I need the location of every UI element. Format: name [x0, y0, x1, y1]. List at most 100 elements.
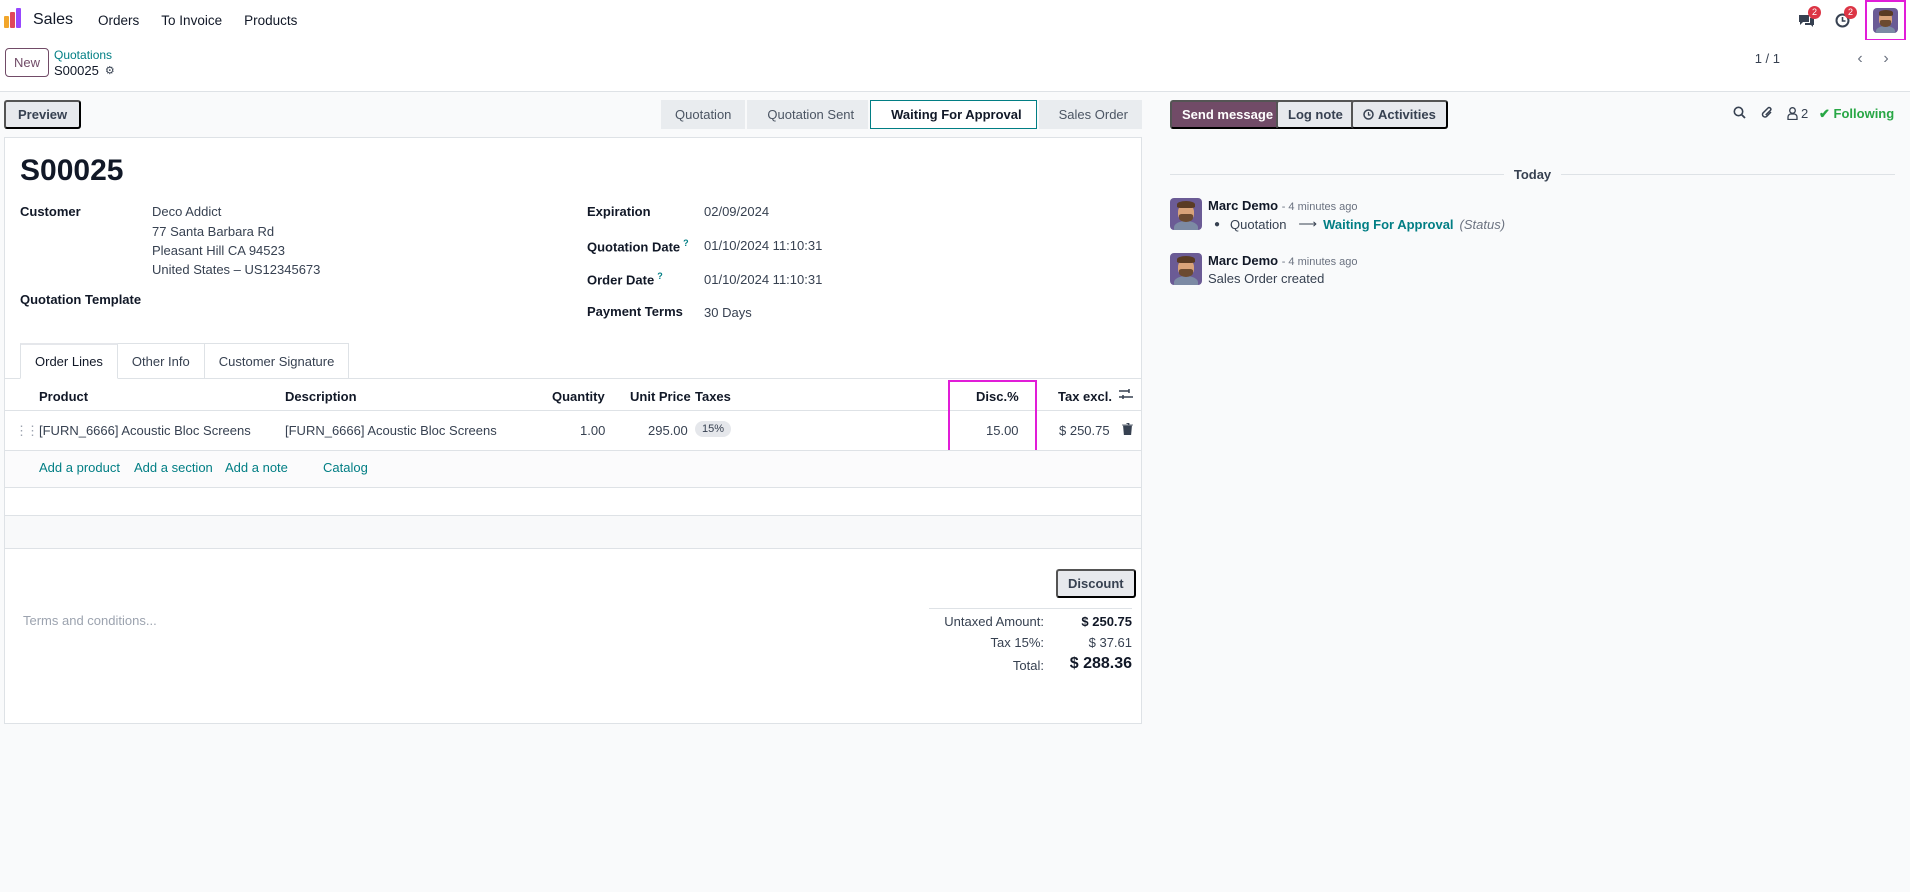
expiration-label: Expiration — [587, 204, 651, 219]
following-button[interactable]: ✔ Following — [1819, 106, 1894, 122]
pager-next-icon[interactable]: › — [1873, 48, 1899, 70]
quotation-date-field[interactable]: 01/10/2024 11:10:31 — [704, 236, 822, 255]
line-product[interactable]: [FURN_6666] Acoustic Bloc Screens — [39, 423, 251, 438]
payment-terms-field[interactable]: 30 Days — [704, 303, 752, 322]
tracking-value: ● Quotation ⟶ Waiting For Approval (Stat… — [1208, 216, 1505, 232]
date-separator: Today — [1170, 165, 1895, 183]
tab-customer-signature[interactable]: Customer Signature — [204, 343, 350, 379]
notebook-tabs: Order Lines Other Info Customer Signatur… — [20, 343, 350, 379]
customer-name[interactable]: Deco Addict — [152, 202, 221, 221]
totals-divider — [929, 608, 1132, 609]
column-header-quantity[interactable]: Quantity — [552, 389, 605, 404]
stage-selector: Quotation Quotation Sent Waiting For App… — [659, 100, 1142, 129]
line-description[interactable]: [FURN_6666] Acoustic Bloc Screens — [285, 423, 497, 438]
user-avatar — [1873, 7, 1898, 33]
control-panel: New Quotations S00025 ⚙ 1 / 1 ‹ › — [0, 40, 1910, 92]
menu-orders[interactable]: Orders — [98, 13, 139, 28]
row-divider — [5, 487, 1141, 488]
message-author[interactable]: Marc Demo - 4 minutes ago — [1208, 253, 1358, 268]
tracking-field-name: (Status) — [1459, 216, 1506, 232]
add-section-link[interactable]: Add a section — [134, 460, 213, 475]
add-note-link[interactable]: Add a note — [225, 460, 288, 475]
order-date-field[interactable]: 01/10/2024 11:10:31 — [704, 270, 822, 289]
tax-label: Tax 15%: — [990, 635, 1044, 650]
new-button[interactable]: New — [5, 48, 49, 77]
user-avatar-button[interactable] — [1865, 0, 1906, 41]
stage-sales-order[interactable]: Sales Order — [1038, 100, 1142, 129]
tax-badge[interactable]: 15% — [695, 421, 732, 437]
preview-button[interactable]: Preview — [4, 100, 82, 129]
app-name-link[interactable]: Sales — [33, 11, 73, 29]
form-sheet: S00025 Customer Deco Addict 77 Santa Bar… — [4, 137, 1142, 724]
column-header-unit-price[interactable]: Unit Price — [630, 389, 691, 404]
help-icon[interactable]: ? — [657, 271, 663, 281]
form-statusbar: Preview Quotation Quotation Sent Waiting… — [4, 100, 1142, 129]
add-product-link[interactable]: Add a product — [39, 460, 120, 475]
quotation-date-label: Quotation Date? — [587, 238, 689, 255]
activities-clock-icon[interactable]: 2 — [1827, 5, 1857, 35]
author-avatar[interactable] — [1170, 253, 1202, 285]
pager-value[interactable]: 1 / 1 — [1755, 51, 1780, 66]
terms-conditions-input[interactable]: Terms and conditions... — [23, 613, 157, 628]
stage-quotation[interactable]: Quotation — [661, 100, 746, 129]
message-body: Sales Order created — [1208, 271, 1325, 286]
activities-count-badge: 2 — [1844, 6, 1857, 19]
search-icon[interactable] — [1733, 106, 1746, 122]
expiration-field[interactable]: 02/09/2024 — [704, 202, 769, 221]
tax-value: $ 37.61 — [1088, 635, 1132, 650]
order-date-label: Order Date? — [587, 271, 663, 288]
breadcrumb-quotations[interactable]: Quotations — [54, 48, 112, 62]
messages-icon[interactable]: 2 — [1791, 5, 1821, 35]
attachment-paperclip-icon[interactable] — [1761, 106, 1774, 123]
drag-handle-icon[interactable]: ⋮⋮ — [15, 423, 39, 439]
menu-products[interactable]: Products — [244, 13, 297, 28]
line-subtotal: $ 250.75 — [1059, 423, 1110, 438]
catalog-link[interactable]: Catalog — [323, 460, 368, 475]
tracking-new-value: Waiting For Approval — [1323, 216, 1454, 232]
untaxed-label: Untaxed Amount: — [944, 614, 1044, 629]
menu-to-invoice[interactable]: To Invoice — [161, 13, 222, 28]
column-header-tax-excl[interactable]: Tax excl. — [1058, 389, 1112, 404]
main-navbar: Sales Orders To Invoice Products 2 2 — [0, 0, 1910, 41]
user-icon — [1787, 107, 1798, 120]
breadcrumb-current: S00025 ⚙ — [54, 63, 115, 78]
discount-button[interactable]: Discount — [1056, 569, 1136, 598]
line-quantity[interactable]: 1.00 — [580, 423, 605, 438]
activities-button[interactable]: Activities — [1351, 100, 1448, 129]
trash-icon[interactable] — [1122, 422, 1133, 438]
messages-count-badge: 2 — [1808, 6, 1821, 19]
order-title: S00025 — [20, 154, 124, 187]
total-value: $ 288.36 — [1069, 655, 1132, 672]
followers-button[interactable]: 2 — [1787, 106, 1808, 121]
column-header-product[interactable]: Product — [39, 389, 88, 404]
message-time: - 4 minutes ago — [1281, 256, 1358, 268]
author-avatar[interactable] — [1170, 198, 1202, 230]
bullet-icon: ● — [1214, 218, 1221, 230]
empty-row — [5, 516, 1141, 548]
help-icon[interactable]: ? — [683, 238, 689, 248]
tab-other-info[interactable]: Other Info — [117, 343, 205, 379]
tracking-old-value: Quotation — [1230, 216, 1287, 232]
column-header-taxes[interactable]: Taxes — [695, 389, 731, 404]
optional-columns-icon[interactable] — [1119, 388, 1133, 403]
stage-quotation-sent[interactable]: Quotation Sent — [747, 100, 869, 129]
customer-country: United States – US12345673 — [152, 262, 321, 277]
log-note-button[interactable]: Log note — [1276, 100, 1355, 129]
quotation-template-label: Quotation Template — [20, 292, 142, 307]
sales-app-icon[interactable] — [3, 8, 25, 31]
gear-icon[interactable]: ⚙ — [105, 64, 115, 77]
send-message-button[interactable]: Send message — [1170, 100, 1286, 129]
discount-highlight — [948, 380, 1037, 458]
chatter-topbar: Send message Log note Activities 2 ✔ Fol… — [1170, 100, 1900, 129]
customer-city: Pleasant Hill CA 94523 — [152, 243, 285, 258]
pager-previous-icon[interactable]: ‹ — [1847, 48, 1873, 70]
tab-order-lines[interactable]: Order Lines — [20, 343, 118, 379]
chatter-message: Marc Demo - 4 minutes ago ● Quotation ⟶ … — [1170, 198, 1895, 234]
message-time: - 4 minutes ago — [1281, 201, 1358, 213]
line-unit-price[interactable]: 295.00 — [648, 423, 688, 438]
stage-waiting-for-approval[interactable]: Waiting For Approval — [870, 100, 1037, 129]
check-icon: ✔ — [1819, 106, 1830, 121]
arrow-right-icon: ⟶ — [1298, 216, 1318, 231]
message-author[interactable]: Marc Demo - 4 minutes ago — [1208, 198, 1358, 213]
column-header-description[interactable]: Description — [285, 389, 357, 404]
